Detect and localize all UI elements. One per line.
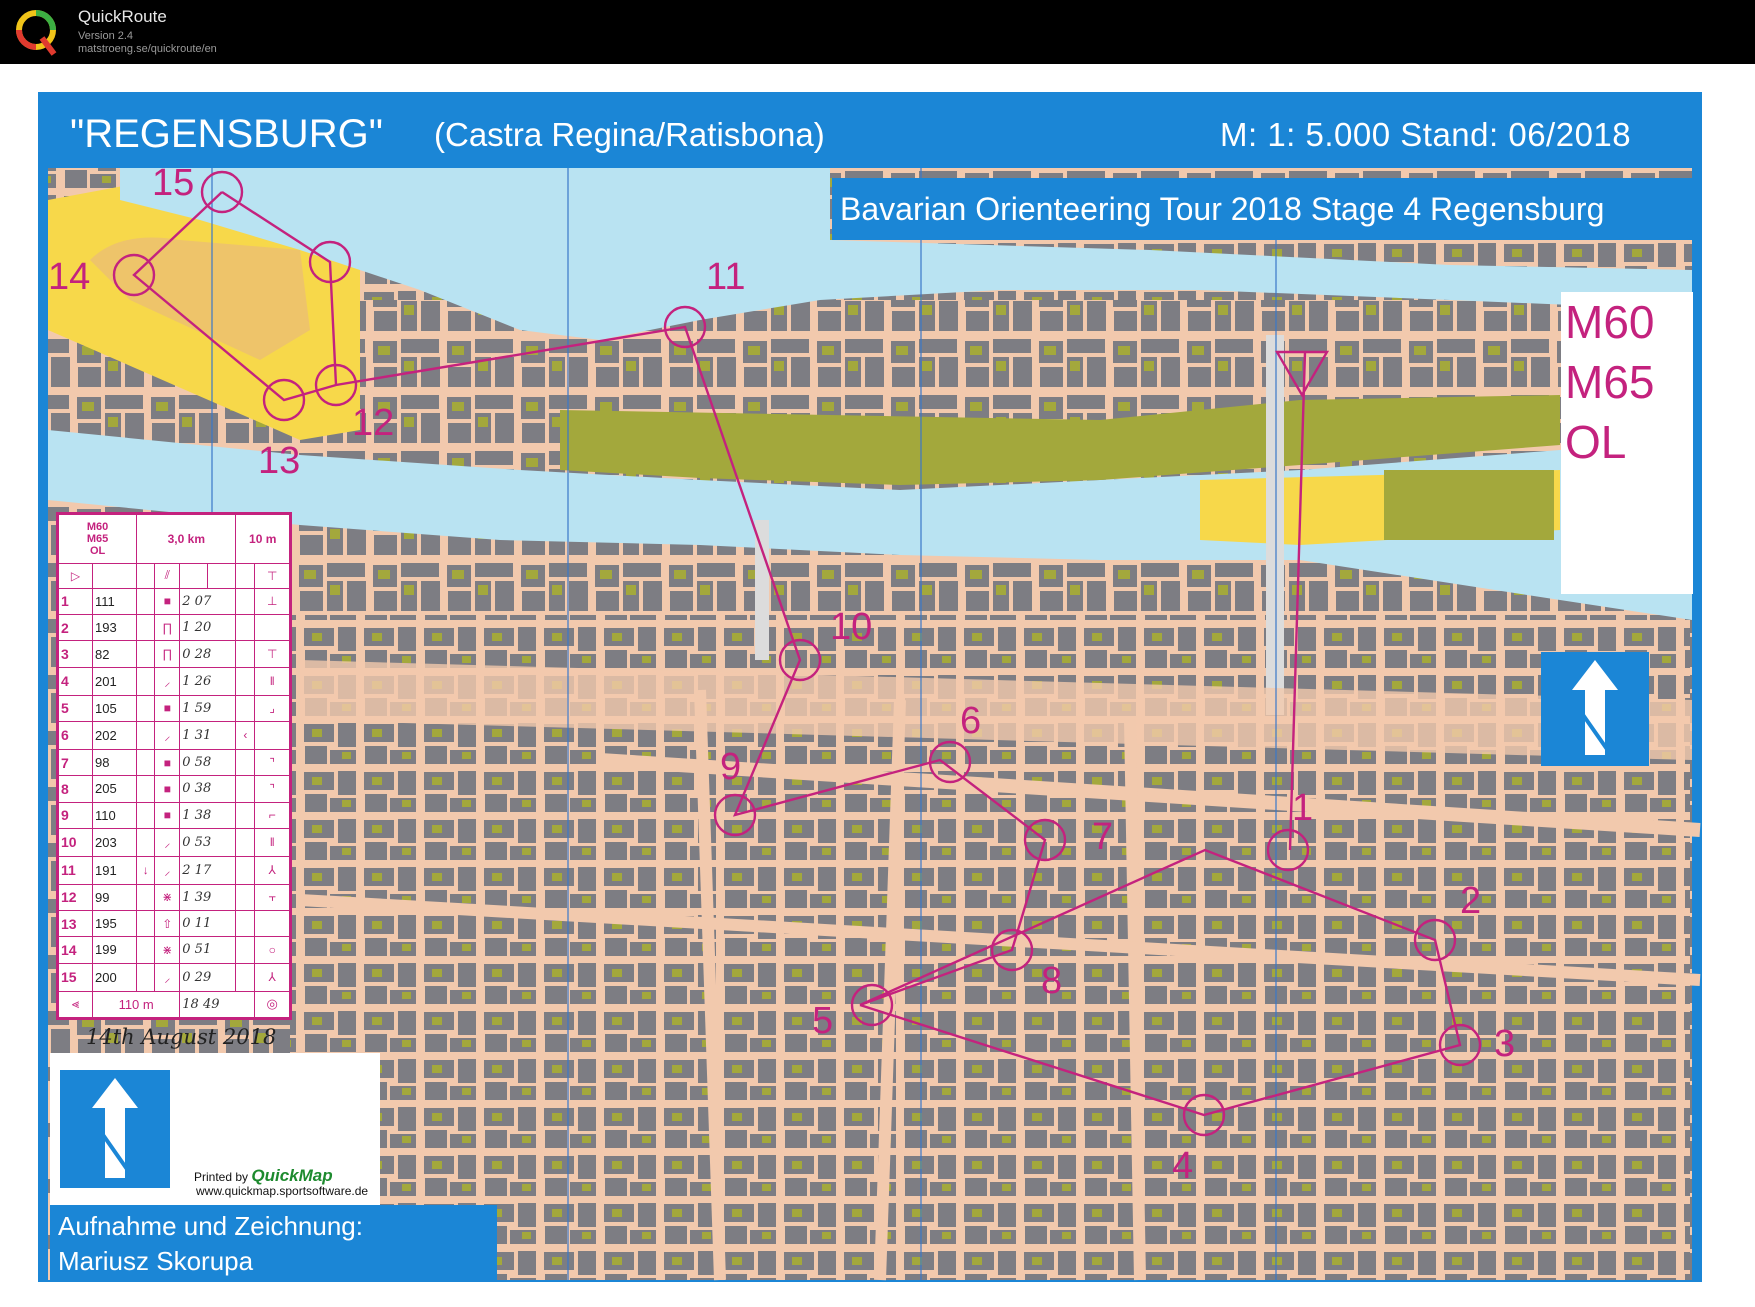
north-arrow-small-icon xyxy=(60,1070,170,1188)
north-arrow-icon xyxy=(1541,652,1649,766)
finish-distance: 110 m xyxy=(92,990,181,1019)
control-number: 8 xyxy=(1041,960,1063,1002)
class-label: M60 xyxy=(1565,296,1655,348)
desc-climb: 10 m xyxy=(235,514,290,564)
control-number: 15 xyxy=(152,162,195,204)
control-number: 6 xyxy=(960,700,982,742)
control-number: 1 xyxy=(1292,787,1314,829)
desc-classes: M60 M65 OL xyxy=(57,514,138,564)
map-scale-info: M: 1: 5.000 Stand: 06/2018 xyxy=(1220,116,1632,153)
credit-line: Mariusz Skorupa xyxy=(58,1246,254,1276)
map-credit: Aufnahme und Zeichnung: Mariusz Skorupa xyxy=(50,1205,497,1282)
control-number: 14 xyxy=(48,256,91,298)
control-number: 13 xyxy=(258,440,301,482)
handwritten-date: 14th August 2018 xyxy=(86,1025,277,1049)
event-title: Bavarian Orienteering Tour 2018 Stage 4 … xyxy=(832,178,1696,240)
printed-by: Printed by QuickMap xyxy=(194,1166,333,1185)
map-subtitle: (Castra Regina/Ratisbona) xyxy=(434,116,825,153)
class-label: M65 xyxy=(1565,356,1655,408)
control-number: 5 xyxy=(812,1000,834,1042)
control-number: 3 xyxy=(1494,1023,1516,1065)
control-number: 7 xyxy=(1092,816,1114,858)
control-number: 4 xyxy=(1172,1145,1194,1187)
control-number: 9 xyxy=(720,746,742,788)
quickmap-brand: QuickMap xyxy=(251,1166,333,1185)
class-box: M60 M65 OL xyxy=(1561,292,1693,594)
class-label: OL xyxy=(1565,416,1627,468)
control-number: 2 xyxy=(1460,880,1482,922)
credit-line: Aufnahme und Zeichnung: xyxy=(58,1211,363,1241)
control-description-sheet: M60 M65 OL 3,0 km 10 m ▷ ⫽ ⊤ 1 111 ■ 2 07 ⊥ 21… xyxy=(56,512,292,1020)
control-number: 12 xyxy=(352,402,395,444)
control-number: 11 xyxy=(706,256,746,298)
control-number: 10 xyxy=(830,606,873,648)
finish-time: 18 49 xyxy=(179,990,256,1019)
map-title: "REGENSBURG" xyxy=(70,112,383,156)
desc-length: 3,0 km xyxy=(136,514,237,564)
printed-url: www.quickmap.sportsoftware.de xyxy=(196,1184,369,1198)
